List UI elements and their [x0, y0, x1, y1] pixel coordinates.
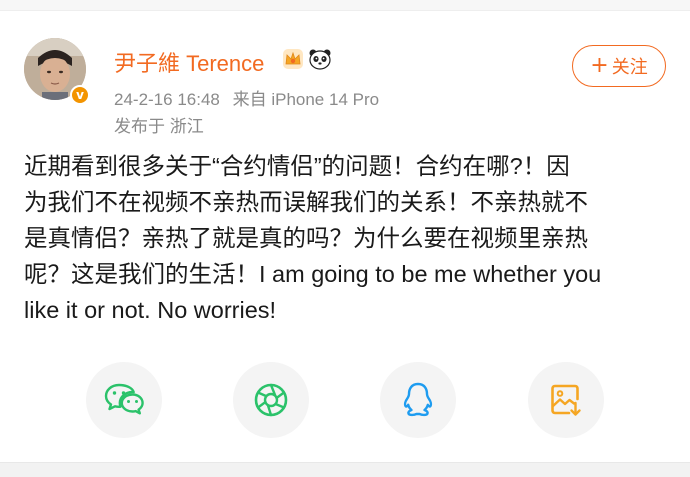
qq-icon — [403, 382, 433, 417]
top-divider — [0, 0, 690, 11]
save-image-icon — [551, 384, 581, 416]
post-line: like it or not. No worries! — [24, 297, 277, 323]
follow-button[interactable]: + 关注 — [572, 45, 666, 87]
panda-icon — [309, 49, 331, 70]
bottom-divider — [0, 462, 690, 477]
post-source: 来自 iPhone 14 Pro — [232, 90, 380, 109]
wechat-icon — [104, 383, 144, 415]
moments-icon — [254, 383, 288, 417]
share-wechat-button[interactable] — [86, 362, 162, 438]
post-line: 近期看到很多关于“合约情侣”的问题！合约在哪?！因 — [24, 153, 570, 179]
follow-label: 关注 — [611, 57, 648, 78]
post-line: 呢？这是我们的生活！I am going to be me whether yo… — [24, 261, 602, 287]
post-timestamp: 24-2-16 16:48 — [114, 90, 220, 109]
share-moments-button[interactable] — [233, 362, 309, 438]
crown-badge-icon — [283, 49, 303, 69]
verified-badge-icon: v — [70, 85, 90, 105]
post-body: 近期看到很多关于“合约情侣”的问题！合约在哪?！因 为我们不在视频不亲热而误解我… — [24, 148, 669, 328]
plus-icon: + — [590, 53, 609, 78]
author-name[interactable]: 尹子維 Terence — [114, 46, 264, 78]
weibo-post: v 尹子維 Terence 24-2-16 16:48 来自 iPhone 14… — [0, 0, 690, 477]
post-meta: 24-2-16 16:48 来自 iPhone 14 Pro — [114, 85, 379, 110]
save-image-button[interactable] — [528, 362, 604, 438]
post-line: 为我们不在视频不亲热而误解我们的关系！不亲热就不 — [24, 189, 588, 215]
share-qq-button[interactable] — [380, 362, 456, 438]
post-line: 是真情侣？亲热了就是真的吗？为什么要在视频里亲热 — [24, 225, 588, 251]
post-location: 发布于 浙江 — [114, 117, 204, 136]
